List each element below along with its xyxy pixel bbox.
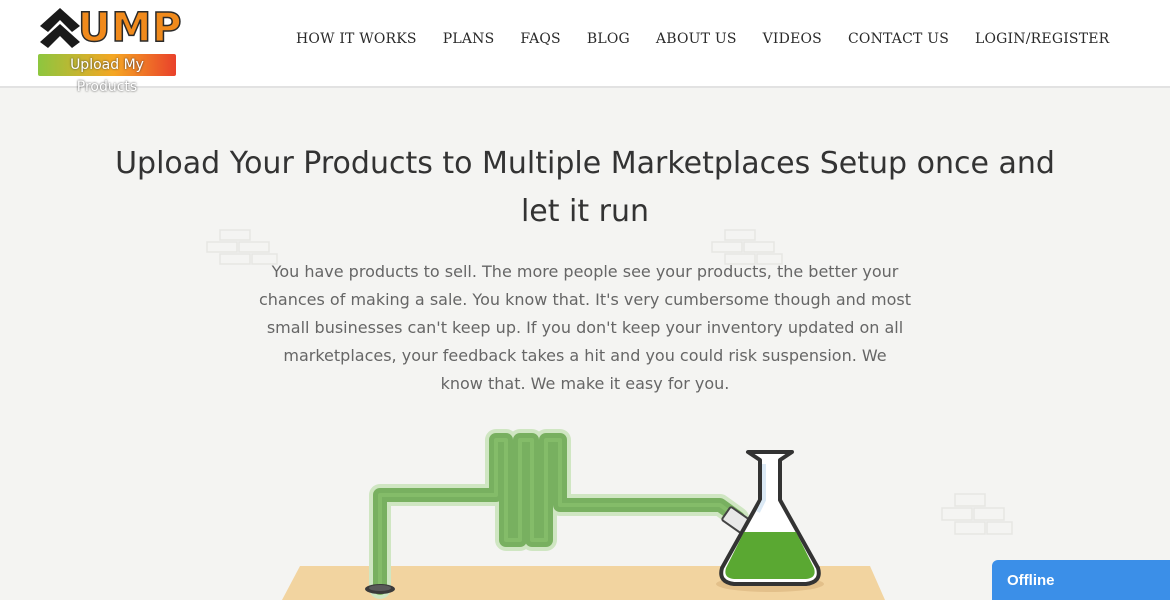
chevron-up-icon bbox=[40, 8, 80, 48]
site-header: UMP Upload My Products HOW IT WORKS PLAN… bbox=[0, 0, 1170, 95]
nav-login-register[interactable]: LOGIN/REGISTER bbox=[975, 31, 1109, 51]
nav-plans[interactable]: PLANS bbox=[443, 31, 495, 51]
nav-contact-us[interactable]: CONTACT US bbox=[848, 31, 949, 51]
nav-faqs[interactable]: FAQS bbox=[520, 31, 560, 51]
logo-wordmark: UMP bbox=[77, 4, 183, 52]
hero-title-line: Upload Your Products to Multiple Marketp… bbox=[115, 146, 1055, 181]
nav-videos[interactable]: VIDEOS bbox=[763, 31, 822, 51]
nav-blog[interactable]: BLOG bbox=[587, 31, 630, 51]
hero-title: Upload Your Products to Multiple Marketp… bbox=[100, 140, 1070, 236]
hero-title-line: let it run bbox=[520, 194, 650, 229]
hero-text-line: small businesses can't keep up. If you d… bbox=[266, 318, 904, 337]
hero-description: You have products to sell. The more peop… bbox=[225, 258, 945, 398]
hero-text-line: You have products to sell. The more peop… bbox=[271, 262, 899, 281]
site-logo[interactable]: UMP Upload My Products bbox=[36, 4, 182, 95]
chat-widget-offline[interactable]: Offline bbox=[992, 560, 1170, 600]
hero-text-line: know that. We make it easy for you. bbox=[440, 374, 730, 393]
main-nav: HOW IT WORKS PLANS FAQS BLOG ABOUT US VI… bbox=[296, 31, 1109, 51]
hero-text-line: marketplaces, your feedback takes a hit … bbox=[283, 346, 887, 365]
logo-tagline: Upload My Products bbox=[38, 54, 176, 95]
nav-about-us[interactable]: ABOUT US bbox=[656, 31, 737, 51]
hero-text-line: chances of making a sale. You know that.… bbox=[258, 290, 912, 309]
nav-how-it-works[interactable]: HOW IT WORKS bbox=[296, 31, 417, 51]
